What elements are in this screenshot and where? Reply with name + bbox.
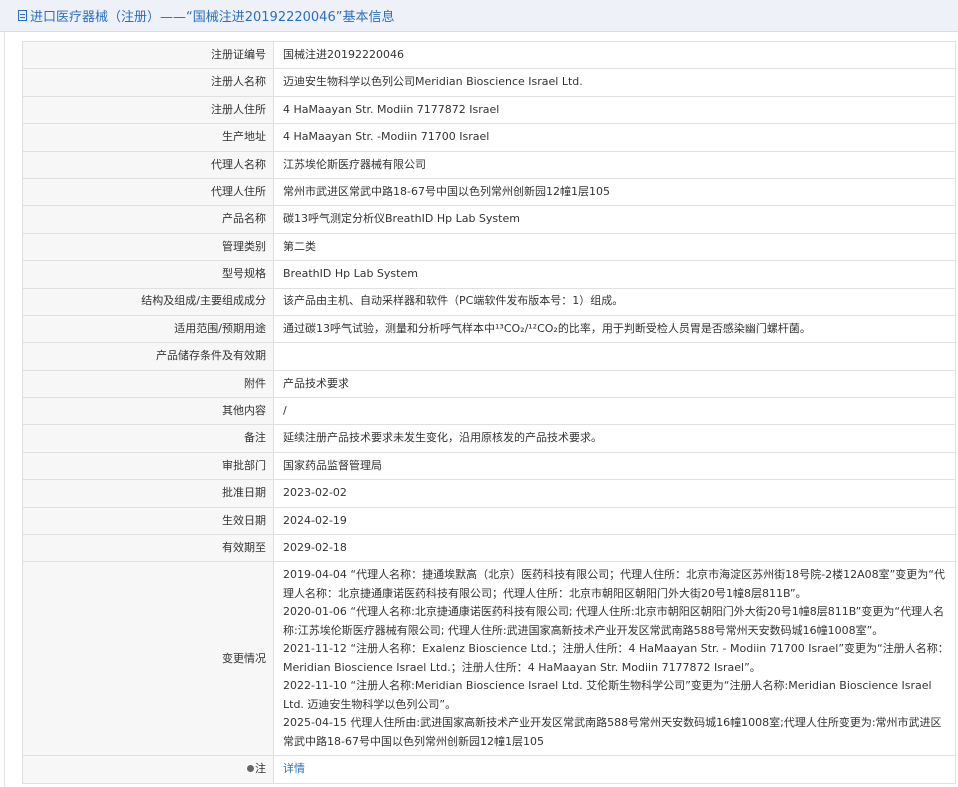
table-row: 型号规格 BreathID Hp Lab System bbox=[22, 260, 956, 289]
field-label: 产品名称 bbox=[22, 205, 274, 234]
field-value: 第二类 bbox=[273, 232, 956, 262]
field-value: 延续注册产品技术要求未发生变化，沿用原核发的产品技术要求。 bbox=[273, 424, 956, 453]
field-label: 注册人名称 bbox=[22, 68, 274, 97]
field-value: 迈迪安生物科学以色列公司Meridian Bioscience Israel L… bbox=[273, 68, 956, 97]
field-value: 2024-02-19 bbox=[273, 506, 956, 536]
table-row: 有效期至 2029-02-18 bbox=[22, 534, 956, 563]
pin-icon bbox=[247, 765, 254, 773]
change-entry: 2021-11-12 “注册人名称：Exalenz Bioscience Ltd… bbox=[283, 642, 949, 674]
field-value: 常州市武进区常武中路18-67号中国以色列常州创新园12幢1层105 bbox=[273, 177, 956, 207]
change-entry: 2019-04-04 “代理人名称：捷通埃默高（北京）医药科技有限公司；代理人住… bbox=[283, 568, 945, 600]
table-row: 代理人住所 常州市武进区常武中路18-67号中国以色列常州创新园12幢1层105 bbox=[22, 177, 956, 207]
change-entry: 2025-04-15 代理人住所由:武进国家高新技术产业开发区常武南路588号常… bbox=[283, 716, 942, 748]
table-row: 生效日期 2024-02-19 bbox=[22, 506, 956, 536]
field-value: 4 HaMaayan Str. Modiin 7177872 Israel bbox=[273, 95, 956, 125]
table-row: 附件 产品技术要求 bbox=[22, 369, 956, 399]
table-row: 生产地址 4 HaMaayan Str. -Modiin 71700 Israel bbox=[22, 123, 956, 152]
field-label: 型号规格 bbox=[22, 260, 274, 289]
table-row: 注册人名称 迈迪安生物科学以色列公司Meridian Bioscience Isr… bbox=[22, 68, 956, 97]
field-value: 2029-02-18 bbox=[273, 534, 956, 563]
field-value: 国家药品监督管理局 bbox=[273, 451, 956, 481]
field-label: 备注 bbox=[22, 424, 274, 453]
change-entry: 2022-11-10 “注册人名称:Meridian Bioscience Is… bbox=[283, 679, 932, 711]
field-value: 通过碳13呼气试验，测量和分析呼气样本中¹³CO₂/¹²CO₂的比率，用于判断受… bbox=[273, 314, 956, 344]
field-label: 变更情况 bbox=[22, 561, 274, 757]
field-label: 代理人住所 bbox=[22, 177, 274, 207]
field-label: 审批部门 bbox=[22, 451, 274, 481]
table-row: 批准日期 2023-02-02 bbox=[22, 479, 956, 508]
table-row-changes: 变更情况 2019-04-04 “代理人名称：捷通埃默高（北京）医药科技有限公司；… bbox=[22, 561, 956, 757]
field-value: BreathID Hp Lab System bbox=[273, 260, 956, 289]
table-row: 注册人住所 4 HaMaayan Str. Modiin 7177872 Isra… bbox=[22, 95, 956, 125]
details-link[interactable]: 详情 bbox=[283, 762, 305, 775]
info-table: 注册证编号 国械注进20192220046 注册人名称 迈迪安生物科学以色列公司Mer… bbox=[22, 40, 956, 784]
change-history: 2019-04-04 “代理人名称：捷通埃默高（北京）医药科技有限公司；代理人住… bbox=[273, 561, 956, 757]
table-row: 结构及组成/主要组成成分 该产品由主机、自动采样器和软件（PC端软件发布版本号：1… bbox=[22, 287, 956, 316]
field-value: 2023-02-02 bbox=[273, 479, 956, 508]
field-label: 适用范围/预期用途 bbox=[22, 314, 274, 344]
document-icon bbox=[18, 10, 27, 21]
field-value: 4 HaMaayan Str. -Modiin 71700 Israel bbox=[273, 123, 956, 152]
field-label: 生产地址 bbox=[22, 123, 274, 152]
field-value: 国械注进20192220046 bbox=[273, 40, 956, 70]
field-label: 其他内容 bbox=[22, 397, 274, 426]
field-label: 注册人住所 bbox=[22, 95, 274, 125]
note-label: 注 bbox=[255, 762, 266, 776]
change-entry: 2020-01-06 “代理人名称:北京捷通康诺医药科技有限公司; 代理人住所:… bbox=[283, 605, 945, 637]
field-value: / bbox=[273, 397, 956, 426]
table-row: 管理类别 第二类 bbox=[22, 232, 956, 262]
table-row: 代理人名称 江苏埃伦斯医疗器械有限公司 bbox=[22, 150, 956, 179]
field-value: 江苏埃伦斯医疗器械有限公司 bbox=[273, 150, 956, 179]
table-row: 产品储存条件及有效期 bbox=[22, 342, 956, 371]
field-label: 管理类别 bbox=[22, 232, 274, 262]
field-value: 产品技术要求 bbox=[273, 369, 956, 399]
content-panel: 注册证编号 国械注进20192220046 注册人名称 迈迪安生物科学以色列公司Mer… bbox=[4, 32, 958, 787]
field-label: 产品储存条件及有效期 bbox=[22, 342, 274, 371]
field-label: 结构及组成/主要组成成分 bbox=[22, 287, 274, 316]
note-label-cell: 注 bbox=[22, 755, 274, 784]
field-label: 附件 bbox=[22, 369, 274, 399]
field-label: 批准日期 bbox=[22, 479, 274, 508]
field-label: 生效日期 bbox=[22, 506, 274, 536]
field-label: 注册证编号 bbox=[22, 40, 274, 70]
field-value bbox=[273, 342, 956, 371]
page-title: 进口医疗器械（注册）——“国械注进20192220046”基本信息 bbox=[30, 10, 395, 25]
field-value: 该产品由主机、自动采样器和软件（PC端软件发布版本号：1）组成。 bbox=[273, 287, 956, 316]
table-row: 其他内容 / bbox=[22, 397, 956, 426]
table-row: 注册证编号 国械注进20192220046 bbox=[22, 40, 956, 70]
table-row: 审批部门 国家药品监督管理局 bbox=[22, 451, 956, 481]
table-row: 备注 延续注册产品技术要求未发生变化，沿用原核发的产品技术要求。 bbox=[22, 424, 956, 453]
field-label: 代理人名称 bbox=[22, 150, 274, 179]
field-value: 碳13呼气测定分析仪BreathID Hp Lab System bbox=[273, 205, 956, 234]
note-value: 详情 bbox=[273, 755, 956, 784]
field-label: 有效期至 bbox=[22, 534, 274, 563]
page-title-bar: 进口医疗器械（注册）——“国械注进20192220046”基本信息 bbox=[0, 0, 958, 32]
table-row: 产品名称 碳13呼气测定分析仪BreathID Hp Lab System bbox=[22, 205, 956, 234]
table-row: 适用范围/预期用途 通过碳13呼气试验，测量和分析呼气样本中¹³CO₂/¹²CO₂… bbox=[22, 314, 956, 344]
table-row-note: 注 详情 bbox=[22, 755, 956, 784]
